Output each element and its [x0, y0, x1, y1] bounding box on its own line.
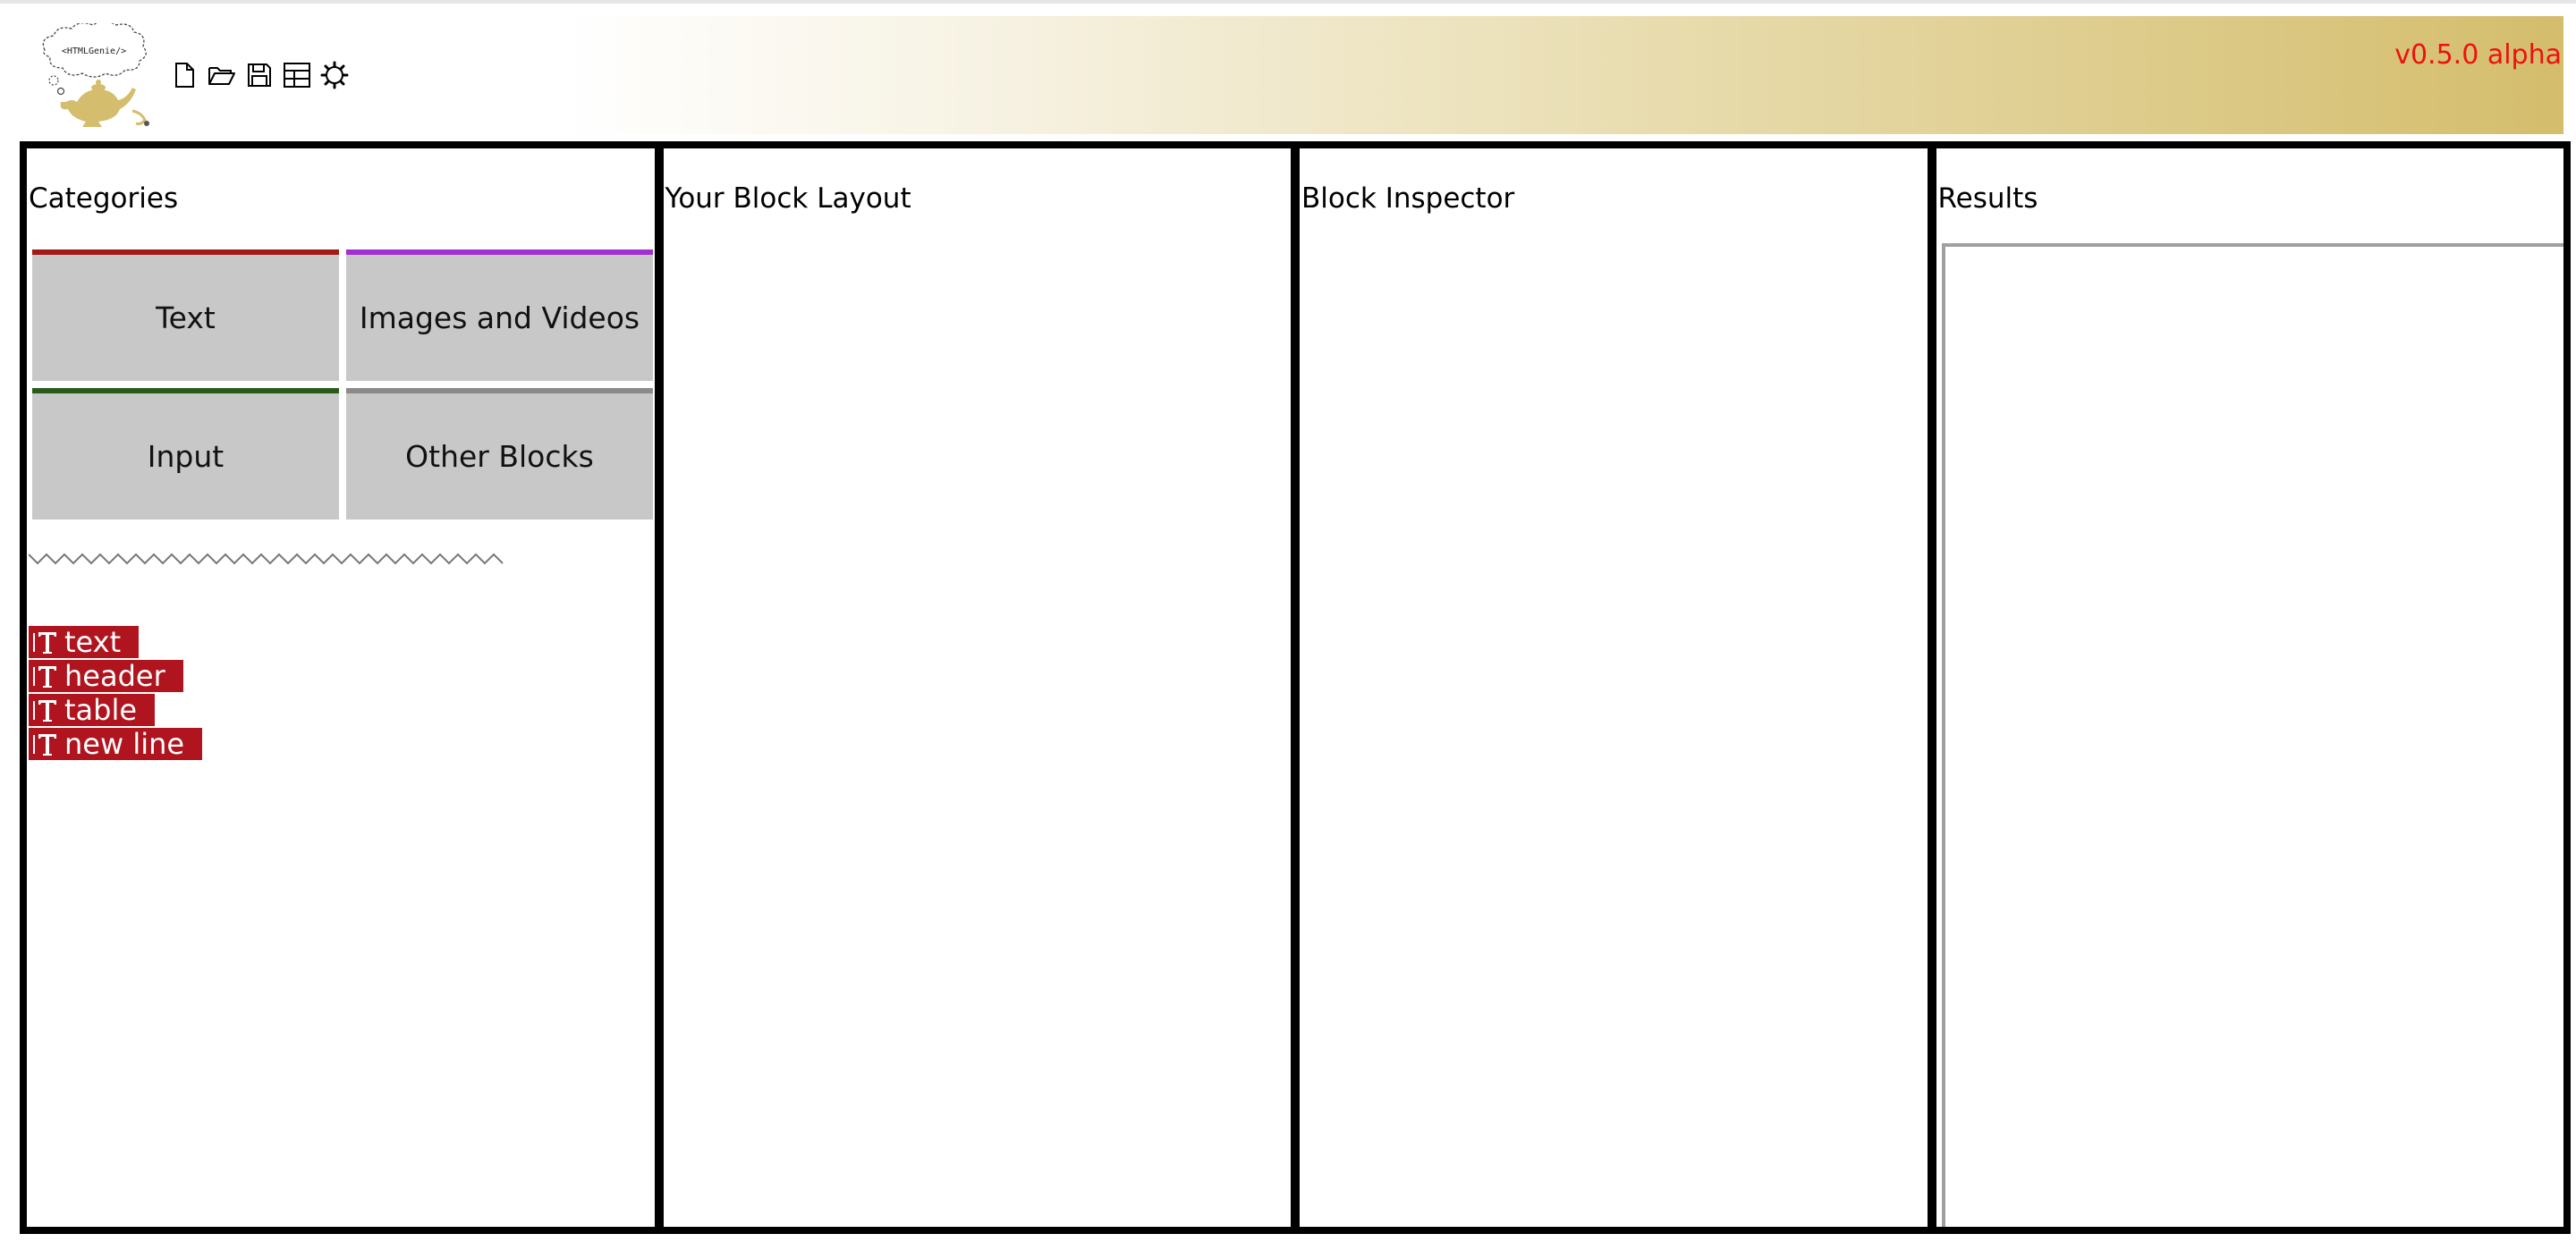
open-folder-icon — [208, 67, 235, 85]
block-item-label: text — [64, 625, 122, 659]
block-item-label: header — [64, 659, 165, 693]
results-preview-frame[interactable] — [1941, 243, 2563, 1227]
block-list: text header table new line — [29, 625, 203, 761]
category-images-videos[interactable]: Images and Videos — [346, 249, 653, 381]
block-item-header[interactable]: header — [29, 660, 183, 692]
top-border — [0, 0, 2576, 4]
version-label: v0.5.0 alpha — [2394, 39, 2562, 71]
block-item-table[interactable]: table — [29, 693, 156, 727]
block-item-text[interactable]: text — [29, 625, 140, 659]
svg-text:<HTMLGenie/>: <HTMLGenie/> — [62, 46, 126, 56]
text-block-icon — [29, 694, 61, 726]
open-folder-button[interactable] — [206, 59, 238, 91]
panel-title-layout: Your Block Layout — [665, 182, 911, 215]
block-layout-panel[interactable]: Your Block Layout — [654, 148, 1292, 1227]
text-block-icon — [29, 660, 61, 692]
category-text[interactable]: Text — [32, 249, 339, 381]
layout-icon — [284, 63, 310, 88]
block-item-label: table — [64, 693, 138, 727]
panel-title-inspector: Block Inspector — [1301, 182, 1515, 215]
category-grid: Text Images and Videos Input Other Block… — [32, 249, 653, 520]
block-item-label: new line — [64, 727, 185, 761]
zigzag-divider — [29, 553, 504, 565]
gear-icon — [320, 61, 349, 89]
toolbar — [168, 59, 351, 91]
panel-title-categories: Categories — [29, 182, 179, 215]
save-button[interactable] — [243, 59, 275, 91]
panel-title-results: Results — [1937, 182, 2038, 215]
new-file-button[interactable] — [168, 59, 200, 91]
text-block-icon — [29, 728, 61, 760]
category-other-blocks[interactable]: Other Blocks — [346, 388, 653, 520]
results-panel: Results — [1927, 148, 2563, 1227]
new-file-icon — [175, 63, 194, 88]
text-block-icon — [29, 626, 61, 658]
block-item-new-line[interactable]: new line — [29, 727, 203, 761]
layout-button[interactable] — [281, 59, 313, 91]
category-input[interactable]: Input — [32, 388, 339, 520]
categories-panel: Categories Text Images and Videos Input … — [27, 148, 655, 1227]
workspace: Categories Text Images and Videos Input … — [20, 141, 2571, 1234]
settings-button[interactable] — [318, 59, 351, 91]
htmlgenie-logo: <HTMLGenie/> — [42, 23, 149, 127]
block-inspector-panel: Block Inspector — [1291, 148, 1928, 1227]
app-header: <HTMLGenie/> v0.5.0 alpha — [0, 16, 2563, 134]
save-icon — [248, 63, 271, 87]
